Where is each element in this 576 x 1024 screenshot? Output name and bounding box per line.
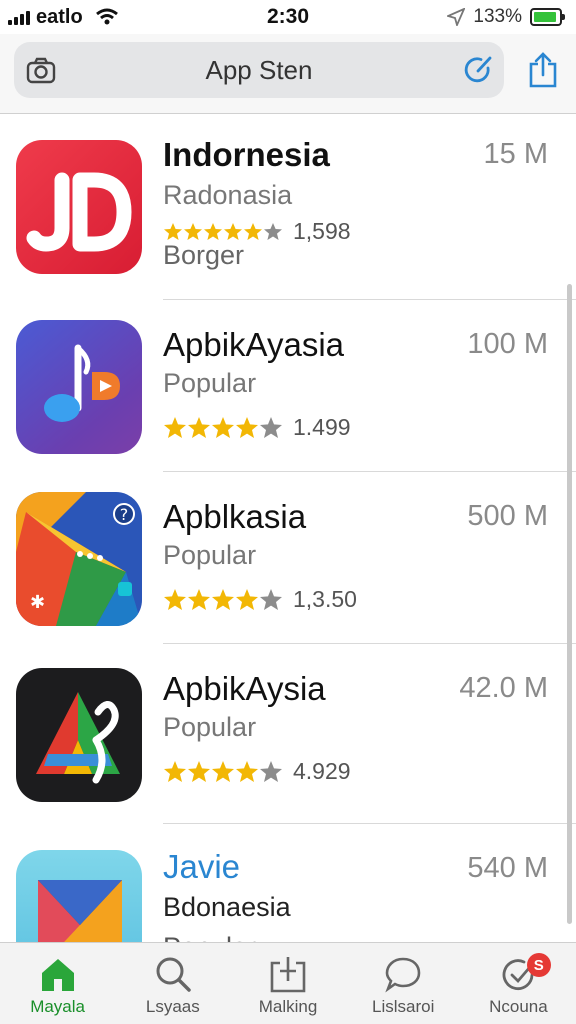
app-icon-letter-a[interactable]: [16, 668, 142, 802]
tab-chat[interactable]: Lislsaroi: [346, 943, 461, 1024]
list-item[interactable]: ApbikAyasia 100 M Popular 1.499: [0, 300, 576, 472]
star-rating-icon: [163, 760, 283, 784]
app-size: 100 M: [467, 328, 548, 360]
list-item[interactable]: Javie 540 M Bdonaesia Popular: [0, 824, 576, 942]
scroll-indicator[interactable]: [567, 284, 572, 924]
tab-label: Lsyaas: [145, 997, 200, 1016]
refresh-icon[interactable]: [462, 54, 494, 86]
rating-count: 1.499: [293, 414, 351, 440]
signal-icon: [8, 9, 30, 25]
star-rating-icon: [163, 222, 283, 242]
app-subtitle: Popular: [163, 540, 257, 570]
share-icon[interactable]: [528, 52, 558, 88]
tab-label: Malking: [258, 997, 318, 1016]
home-icon: [41, 959, 74, 991]
rating-count: 1,598: [293, 218, 351, 244]
tab-search[interactable]: Lsyaas: [115, 943, 230, 1024]
app-size: 500 M: [467, 500, 548, 532]
app-name: Apblkasia: [163, 498, 307, 535]
location-icon: [447, 8, 466, 26]
svg-text:✱: ✱: [30, 592, 45, 613]
star-rating-icon: [163, 416, 283, 440]
rating-count: 1,3.50: [293, 586, 357, 612]
list-item[interactable]: Indornesia 15 M Radonasia 1,598 Borger: [0, 114, 576, 300]
app-subtitle: Popular: [163, 712, 257, 742]
app-size: 42.0 M: [459, 672, 548, 704]
app-list[interactable]: Indornesia 15 M Radonasia 1,598 Borger A…: [0, 114, 576, 942]
app-name: Javie: [163, 848, 241, 885]
carrier-name: eatlo: [36, 5, 83, 28]
search-bar[interactable]: App Sten: [14, 42, 504, 98]
app-name: ApbikAysia: [163, 670, 326, 707]
battery-percent: 133%: [473, 6, 522, 27]
tab-label: Lislsaroi: [372, 997, 435, 1016]
app-subtitle: Bdonaesia: [163, 892, 291, 922]
tab-bar: Mayala Lsyaas Malking Lislsaroi S Ncouna: [0, 942, 576, 1024]
star-rating-icon: [163, 588, 283, 612]
tab-label: Mayala: [30, 997, 85, 1016]
app-size: 15 M: [483, 138, 548, 170]
wifi-icon: [95, 8, 118, 25]
app-name: Indornesia: [163, 136, 330, 173]
toolbar: App Sten: [0, 34, 576, 114]
battery-icon: [530, 8, 565, 26]
app-icon-origami[interactable]: ? ✱: [16, 492, 142, 626]
status-bar: eatlo 2:30 133%: [0, 0, 576, 34]
tab-add[interactable]: Malking: [230, 943, 345, 1024]
tab-label: Ncouna: [489, 997, 548, 1016]
rating: 4.929: [163, 758, 351, 785]
app-category: Popular: [163, 932, 256, 942]
tab-home[interactable]: Mayala: [0, 943, 115, 1024]
camera-icon[interactable]: [26, 56, 56, 84]
app-subtitle: Popular: [163, 368, 257, 398]
chat-icon: [385, 957, 421, 993]
app-icon-jd[interactable]: [16, 140, 142, 274]
search-icon: [156, 957, 191, 992]
rating-count: 4.929: [293, 758, 351, 784]
app-category: Borger: [163, 240, 245, 270]
app-size: 540 M: [467, 852, 548, 884]
svg-text:?: ?: [120, 505, 129, 524]
tab-notifications[interactable]: S Ncouna: [461, 943, 576, 1024]
list-item[interactable]: ? ✱ Apblkasia 500 M Popular 1,3.50: [0, 472, 576, 644]
app-subtitle: Radonasia: [163, 180, 293, 210]
app-icon-music[interactable]: [16, 320, 142, 454]
app-icon-javie[interactable]: [16, 850, 142, 942]
rating: 1,3.50: [163, 586, 357, 613]
notification-badge: S: [526, 953, 551, 977]
add-icon: [270, 957, 306, 993]
app-name: ApbikAyasia: [163, 326, 345, 363]
rating: 1.499: [163, 414, 351, 441]
search-title[interactable]: App Sten: [14, 55, 504, 86]
list-item[interactable]: ApbikAysia 42.0 M Popular 4.929: [0, 644, 576, 824]
